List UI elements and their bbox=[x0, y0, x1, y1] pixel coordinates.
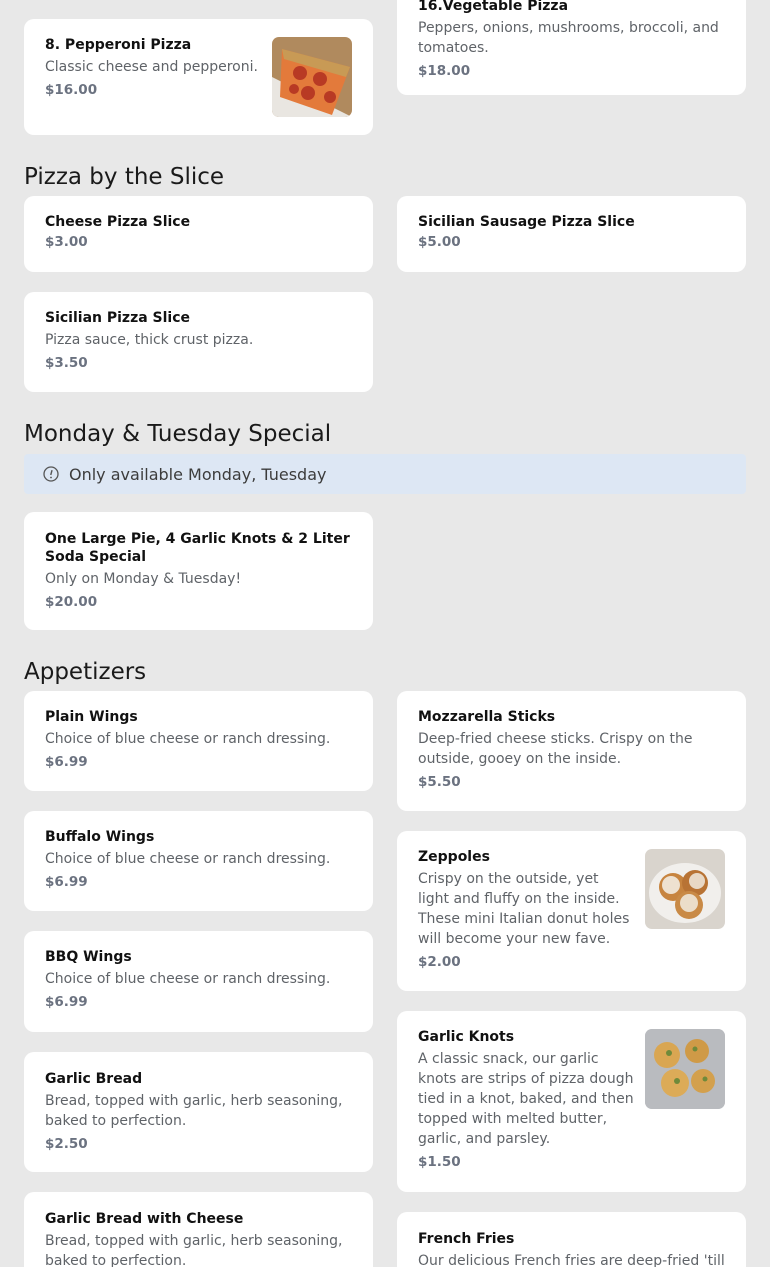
item-name: Garlic Bread bbox=[45, 1071, 143, 1087]
item-price: $6.99 bbox=[45, 754, 88, 770]
item-price: $2.00 bbox=[418, 954, 461, 970]
item-name: French Fries bbox=[418, 1231, 515, 1247]
section-title-pizza-by-slice: Pizza by the Slice bbox=[24, 164, 225, 190]
menu-item-zeppoles[interactable]: Zeppoles Crispy on the outside, yet ligh… bbox=[397, 831, 746, 991]
item-description: Peppers, onions, mushrooms, broccoli, an… bbox=[418, 20, 719, 56]
item-name: Plain Wings bbox=[45, 709, 138, 725]
item-price: $6.99 bbox=[45, 874, 88, 890]
item-description: Deep-fried cheese sticks. Crispy on the … bbox=[418, 731, 693, 767]
menu-item-garlic-knots[interactable]: Garlic Knots A classic snack, our garlic… bbox=[397, 1011, 746, 1192]
item-price: $16.00 bbox=[45, 82, 98, 98]
menu-item-bbq-wings[interactable]: BBQ Wings Choice of blue cheese or ranch… bbox=[24, 931, 373, 1032]
item-name: Garlic Knots bbox=[418, 1029, 515, 1045]
item-price: $1.50 bbox=[418, 1154, 461, 1170]
menu-item-buffalo-wings[interactable]: Buffalo Wings Choice of blue cheese or r… bbox=[24, 811, 373, 911]
item-name: Sicilian Sausage Pizza Slice bbox=[418, 214, 635, 230]
pepperoni-pizza-image bbox=[272, 37, 352, 117]
item-name: Buffalo Wings bbox=[45, 829, 155, 845]
menu-item-garlic-bread-with-cheese[interactable]: Garlic Bread with Cheese Bread, topped w… bbox=[24, 1192, 373, 1267]
item-description: Crispy on the outside, yet light and flu… bbox=[418, 871, 630, 947]
item-description: Choice of blue cheese or ranch dressing. bbox=[45, 851, 331, 867]
item-price: $3.00 bbox=[45, 234, 88, 250]
menu-item-french-fries[interactable]: French Fries Our delicious French fries … bbox=[397, 1212, 746, 1267]
item-name: BBQ Wings bbox=[45, 949, 132, 965]
item-price: $5.00 bbox=[418, 234, 461, 250]
item-name: Cheese Pizza Slice bbox=[45, 214, 191, 230]
item-description: Our delicious French fries are deep-frie… bbox=[418, 1253, 725, 1267]
availability-notice: Only available Monday, Tuesday bbox=[24, 454, 746, 494]
item-price: $5.50 bbox=[418, 774, 461, 790]
section-title-special: Monday & Tuesday Special bbox=[24, 421, 332, 447]
menu-item-garlic-bread[interactable]: Garlic Bread Bread, topped with garlic, … bbox=[24, 1052, 373, 1172]
item-name: 8. Pepperoni Pizza bbox=[45, 37, 192, 53]
item-description: Pizza sauce, thick crust pizza. bbox=[45, 332, 254, 348]
item-price: $2.50 bbox=[45, 1136, 88, 1152]
item-name: Garlic Bread with Cheese bbox=[45, 1211, 244, 1227]
item-description: Choice of blue cheese or ranch dressing. bbox=[45, 731, 331, 747]
zeppoles-image bbox=[645, 849, 725, 929]
section-title-appetizers: Appetizers bbox=[24, 659, 147, 685]
item-description: Only on Monday & Tuesday! bbox=[45, 571, 242, 587]
menu-item-plain-wings[interactable]: Plain Wings Choice of blue cheese or ran… bbox=[24, 691, 373, 791]
item-price: $18.00 bbox=[418, 63, 471, 79]
item-description: A classic snack, our garlic knots are st… bbox=[418, 1051, 634, 1147]
menu-item-mozzarella-sticks[interactable]: Mozzarella Sticks Deep-fried cheese stic… bbox=[397, 691, 746, 811]
item-price: $3.50 bbox=[45, 355, 88, 371]
menu-item-sicilian-pizza-slice[interactable]: Sicilian Pizza Slice Pizza sauce, thick … bbox=[24, 292, 373, 392]
item-description: Classic cheese and pepperoni. bbox=[45, 59, 258, 75]
item-description: Bread, topped with garlic, herb seasonin… bbox=[45, 1233, 343, 1267]
item-name: One Large Pie, 4 Garlic Knots & 2 Liter … bbox=[45, 531, 350, 565]
menu-item-pepperoni-pizza[interactable]: 8. Pepperoni Pizza Classic cheese and pe… bbox=[24, 19, 373, 135]
item-name: Zeppoles bbox=[418, 849, 490, 865]
item-name: 16.Vegetable Pizza bbox=[418, 0, 569, 14]
menu-item-cheese-pizza-slice[interactable]: Cheese Pizza Slice $3.00 bbox=[24, 196, 373, 272]
item-description: Bread, topped with garlic, herb seasonin… bbox=[45, 1093, 343, 1129]
item-description: Choice of blue cheese or ranch dressing. bbox=[45, 971, 331, 987]
garlic-knots-image bbox=[645, 1029, 725, 1109]
item-price: $6.99 bbox=[45, 994, 88, 1010]
item-price: $20.00 bbox=[45, 594, 98, 610]
item-name: Mozzarella Sticks bbox=[418, 709, 556, 725]
menu-item-special-combo[interactable]: One Large Pie, 4 Garlic Knots & 2 Liter … bbox=[24, 512, 373, 630]
menu-item-sicilian-sausage-slice[interactable]: Sicilian Sausage Pizza Slice $5.00 bbox=[397, 196, 746, 272]
notice-text: Only available Monday, Tuesday bbox=[69, 464, 327, 484]
menu-item-vegetable-pizza[interactable]: 16.Vegetable Pizza Peppers, onions, mush… bbox=[397, 0, 746, 95]
info-icon bbox=[43, 466, 59, 482]
item-name: Sicilian Pizza Slice bbox=[45, 310, 191, 326]
